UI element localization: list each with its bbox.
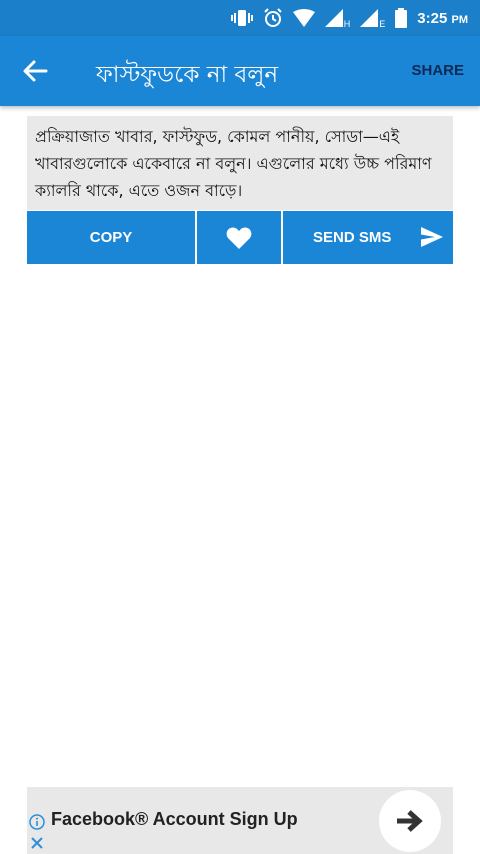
signal-icon xyxy=(360,9,379,27)
share-button[interactable]: SHARE xyxy=(411,62,464,79)
arrow-left-icon xyxy=(23,60,48,82)
network-type-label: H xyxy=(343,19,351,29)
signal-icon xyxy=(324,9,343,27)
info-icon[interactable] xyxy=(29,814,45,830)
send-icon xyxy=(421,227,443,247)
status-time-ampm: PM xyxy=(451,13,469,26)
page-title: ফাস্টফুডকে না বলুন xyxy=(96,62,279,88)
status-bar: H E 3:25 PM xyxy=(0,0,480,36)
ad-title[interactable]: Facebook® Account Sign Up xyxy=(51,809,298,830)
arrow-right-icon xyxy=(397,810,423,832)
copy-button[interactable]: COPY xyxy=(27,211,195,264)
action-row: COPY SEND SMS xyxy=(27,211,453,264)
status-time-value: 3:25 xyxy=(417,9,448,27)
send-sms-label: SEND SMS xyxy=(313,229,392,246)
network-type-label: E xyxy=(379,19,386,29)
vibrate-icon xyxy=(230,10,253,26)
send-sms-button[interactable]: SEND SMS xyxy=(283,211,453,264)
battery-icon xyxy=(395,8,408,28)
back-button[interactable] xyxy=(20,56,52,86)
close-icon[interactable] xyxy=(29,835,45,851)
ad-banner[interactable]: Facebook® Account Sign Up xyxy=(27,787,453,854)
wifi-icon xyxy=(292,9,315,27)
quote-card: প্রক্রিয়াজাত খাবার, ফাস্টফুড, কোমল পানী… xyxy=(27,116,453,210)
alarm-icon xyxy=(264,8,282,27)
favorite-button[interactable] xyxy=(197,211,281,264)
ad-cta-button[interactable] xyxy=(379,790,441,852)
quote-text: প্রক্রিয়াজাত খাবার, ফাস্টফুড, কোমল পানী… xyxy=(35,127,432,200)
app-bar: ফাস্টফুডকে না বলুন SHARE xyxy=(0,36,480,106)
status-time: 3:25 PM xyxy=(417,10,468,27)
heart-icon xyxy=(226,226,252,249)
